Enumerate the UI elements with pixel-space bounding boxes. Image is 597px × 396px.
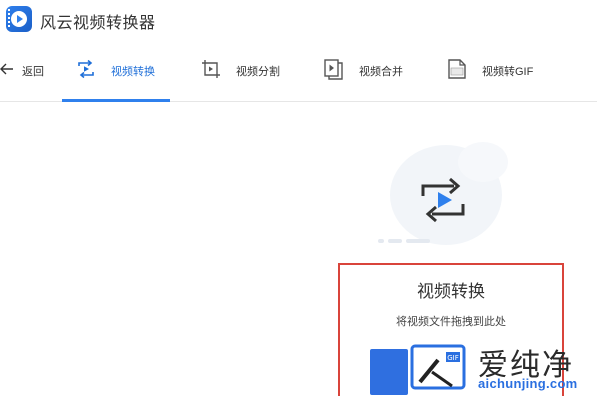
watermark: GIF 爱纯净 aichunjing.com: [408, 342, 597, 396]
add-file-button[interactable]: [370, 349, 408, 395]
crop-icon: [200, 58, 222, 85]
active-tab-indicator: [62, 99, 170, 102]
tab-label: 视频转换: [111, 66, 155, 78]
tab-video-to-gif[interactable]: 视频转GIF: [446, 40, 533, 102]
tab-video-split[interactable]: 视频分割: [200, 40, 280, 102]
toolbar: 返回 视频转换 视频分割 视频合并 视频转GIF: [0, 40, 597, 102]
tab-label: 视频合并: [359, 66, 403, 78]
tab-video-merge[interactable]: 视频合并: [323, 40, 403, 102]
back-label: 返回: [22, 66, 44, 78]
tab-video-convert[interactable]: 视频转换: [75, 40, 155, 102]
watermark-badge: GIF: [447, 354, 459, 362]
tab-label: 视频分割: [236, 66, 280, 78]
gif-icon: [446, 58, 468, 85]
app-title: 风云视频转换器: [40, 15, 156, 32]
hero-decoration: [378, 237, 438, 245]
merge-icon: [323, 58, 345, 85]
tab-label: 视频转GIF: [482, 66, 534, 78]
convert-hero-icon: [418, 174, 468, 226]
watermark-url: aichunjing.com: [478, 376, 578, 391]
title-bar: 风云视频转换器: [0, 0, 597, 40]
convert-icon: [75, 58, 97, 85]
back-button[interactable]: 返回: [0, 40, 44, 102]
app-logo-icon: [6, 6, 32, 32]
dropzone-hint: 将视频文件拖拽到此处: [396, 316, 506, 328]
watermark-logo-icon: GIF: [408, 342, 468, 392]
arrow-left-icon: [0, 62, 14, 81]
dropzone-title: 视频转换: [417, 282, 485, 301]
